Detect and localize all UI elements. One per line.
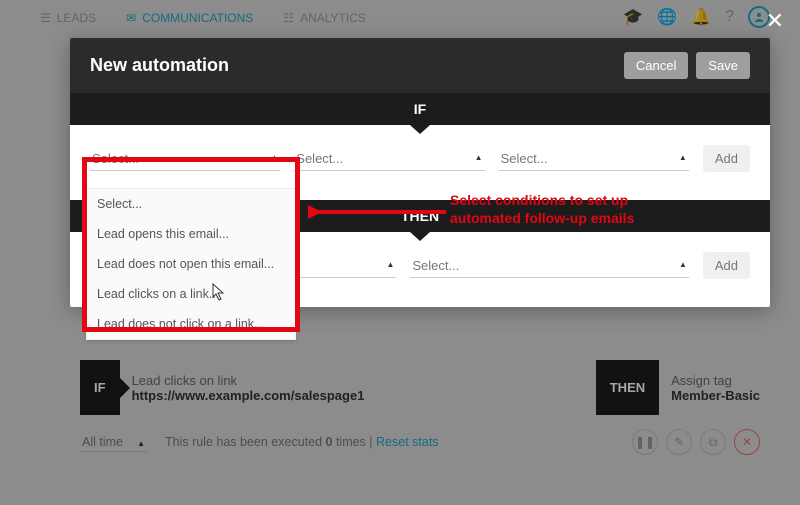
chevron-down-icon: ▲: [386, 260, 394, 269]
cancel-button[interactable]: Cancel: [624, 52, 688, 79]
if-select-1[interactable]: Select... ▲: [90, 147, 280, 171]
chevron-down-icon: ▲: [679, 260, 687, 269]
select-placeholder: Select...: [499, 147, 689, 171]
select-placeholder: Select...: [410, 254, 689, 278]
add-action-button[interactable]: Add: [703, 252, 750, 279]
close-icon[interactable]: ✕: [766, 8, 784, 34]
save-button[interactable]: Save: [696, 52, 750, 79]
dropdown-option[interactable]: Lead opens this email...: [87, 219, 295, 249]
select-placeholder: Select...: [294, 147, 484, 171]
chevron-down-icon: [410, 125, 430, 134]
add-condition-button[interactable]: Add: [703, 145, 750, 172]
then-select-2[interactable]: Select... ▲: [410, 254, 689, 278]
modal-header: New automation Cancel Save: [70, 38, 770, 93]
select-placeholder: Select...: [90, 147, 280, 171]
if-section-header: IF: [70, 93, 770, 125]
then-label: THEN: [401, 208, 439, 224]
chevron-down-icon: ▲: [270, 153, 278, 162]
modal-title: New automation: [90, 55, 229, 76]
dropdown-option[interactable]: Lead does not open this email...: [87, 249, 295, 279]
dropdown-option[interactable]: Lead clicks on a link...: [87, 279, 295, 309]
dropdown-option[interactable]: Lead does not click on a link...: [87, 309, 295, 339]
chevron-down-icon: ▲: [475, 153, 483, 162]
chevron-down-icon: ▲: [679, 153, 687, 162]
if-label: IF: [414, 101, 426, 117]
condition-dropdown: Select... Lead opens this email... Lead …: [86, 188, 296, 340]
if-select-2[interactable]: Select... ▲: [294, 147, 484, 171]
if-select-3[interactable]: Select... ▲: [499, 147, 689, 171]
dropdown-option[interactable]: Select...: [87, 189, 295, 219]
chevron-down-icon: [410, 232, 430, 241]
